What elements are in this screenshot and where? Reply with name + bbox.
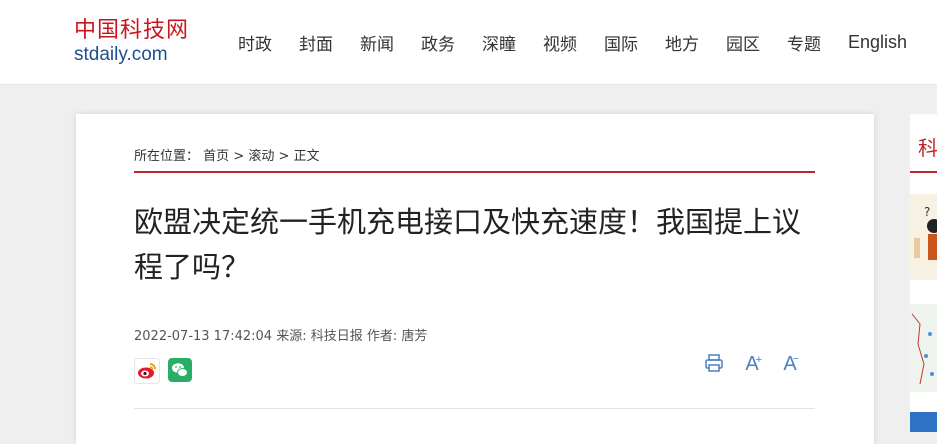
font-smaller-button[interactable]: A − [778, 352, 802, 376]
article-tools: A + A − [702, 352, 816, 376]
content-divider [134, 408, 815, 409]
nav-item-english[interactable]: English [848, 32, 907, 53]
logo-chinese-text: 中国科技网 [74, 18, 190, 43]
weibo-icon [138, 363, 156, 379]
plus-icon: + [755, 354, 762, 366]
font-larger-button[interactable]: A + [740, 352, 764, 376]
cartoon-image: ? [910, 194, 937, 280]
wechat-share-button[interactable] [168, 358, 192, 382]
nav-item-news[interactable]: 新闻 [360, 30, 394, 55]
breadcrumb-separator: > [233, 149, 249, 164]
logo-domain-text: stdaily.com [74, 44, 168, 65]
wechat-icon [172, 363, 188, 377]
nav-item-parks[interactable]: 园区 [726, 30, 760, 55]
nav-item-international[interactable]: 国际 [604, 30, 638, 55]
nav-item-government[interactable]: 政务 [421, 30, 455, 55]
minus-icon: − [792, 353, 799, 365]
article-meta: 2022-07-13 17:42:04 来源: 科技日报 作者: 唐芳 [134, 329, 428, 344]
sidebar-thumbnail[interactable] [910, 412, 937, 432]
site-header: 中国科技网 stdaily.com 时政 封面 新闻 政务 深瞳 视频 国际 地… [0, 0, 937, 85]
weibo-share-button[interactable] [134, 358, 160, 384]
breadcrumb-section-link[interactable]: 滚动 [248, 149, 274, 164]
breadcrumb-home-link[interactable]: 首页 [203, 149, 229, 164]
article-card: 所在位置： 首页 > 滚动 > 正文 欧盟决定统一手机充电接口及快充速度！我国提… [76, 114, 874, 444]
print-icon [705, 354, 723, 372]
nav-item-video[interactable]: 视频 [543, 30, 577, 55]
main-nav: 时政 封面 新闻 政务 深瞳 视频 国际 地方 园区 专题 English [238, 0, 907, 84]
share-buttons [134, 358, 200, 384]
nav-item-cover[interactable]: 封面 [299, 30, 333, 55]
sidebar-divider [910, 171, 937, 173]
site-logo[interactable]: 中国科技网 stdaily.com [72, 10, 197, 70]
title-divider [134, 171, 815, 173]
sidebar-thumbnail[interactable] [910, 304, 937, 392]
article-title: 欧盟决定统一手机充电接口及快充速度！我国提上议程了吗？ [134, 205, 802, 284]
nav-item-politics[interactable]: 时政 [238, 30, 272, 55]
nav-item-local[interactable]: 地方 [665, 30, 699, 55]
sidebar-thumbnail[interactable]: ? [910, 194, 937, 280]
right-sidebar: 科 ? [910, 114, 937, 432]
breadcrumb: 所在位置： 首页 > 滚动 > 正文 [134, 145, 320, 164]
breadcrumb-prefix: 所在位置： [134, 149, 200, 164]
nav-item-topics[interactable]: 专题 [787, 30, 821, 55]
breadcrumb-current: 正文 [293, 149, 320, 164]
breadcrumb-separator: > [278, 149, 294, 164]
print-button[interactable] [702, 352, 726, 376]
svg-text:?: ? [924, 205, 930, 219]
sidebar-title: 科 [918, 136, 937, 160]
map-image [910, 304, 937, 392]
nav-item-insight[interactable]: 深瞳 [482, 30, 516, 55]
